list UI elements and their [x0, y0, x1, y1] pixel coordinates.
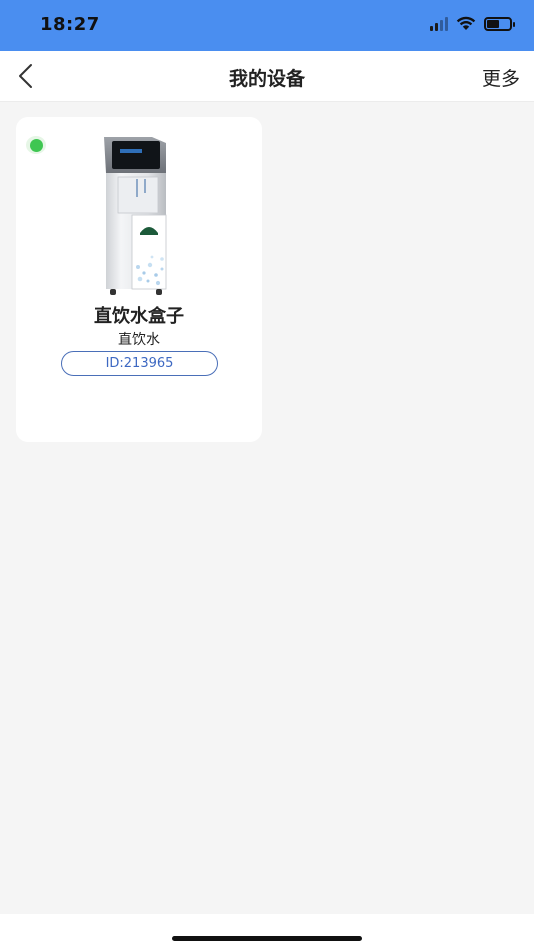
device-name: 直饮水盒子: [94, 306, 184, 327]
status-icons: [430, 16, 515, 31]
home-indicator[interactable]: [172, 936, 362, 941]
more-button[interactable]: 更多: [482, 64, 520, 91]
online-status-indicator: [26, 136, 46, 154]
status-time: 18:27: [40, 14, 100, 35]
cellular-signal-icon: [430, 16, 448, 31]
wifi-icon: [456, 16, 476, 30]
device-type: 直饮水: [118, 332, 160, 348]
water-dispenser-image: [104, 137, 167, 295]
online-status-dot: [29, 138, 43, 152]
device-card[interactable]: 直饮水盒子 直饮水 ID:213965: [16, 117, 262, 442]
battery-icon: [484, 16, 515, 31]
device-id-badge: ID:213965: [61, 351, 218, 376]
device-list: 直饮水盒子 直饮水 ID:213965: [0, 102, 534, 914]
status-bar: 18:27: [0, 0, 534, 51]
nav-bar: 我的设备 更多: [0, 51, 534, 102]
battery-fill: [487, 19, 500, 28]
page-title: 我的设备: [228, 68, 305, 90]
bottom-safe-area: [0, 914, 534, 950]
